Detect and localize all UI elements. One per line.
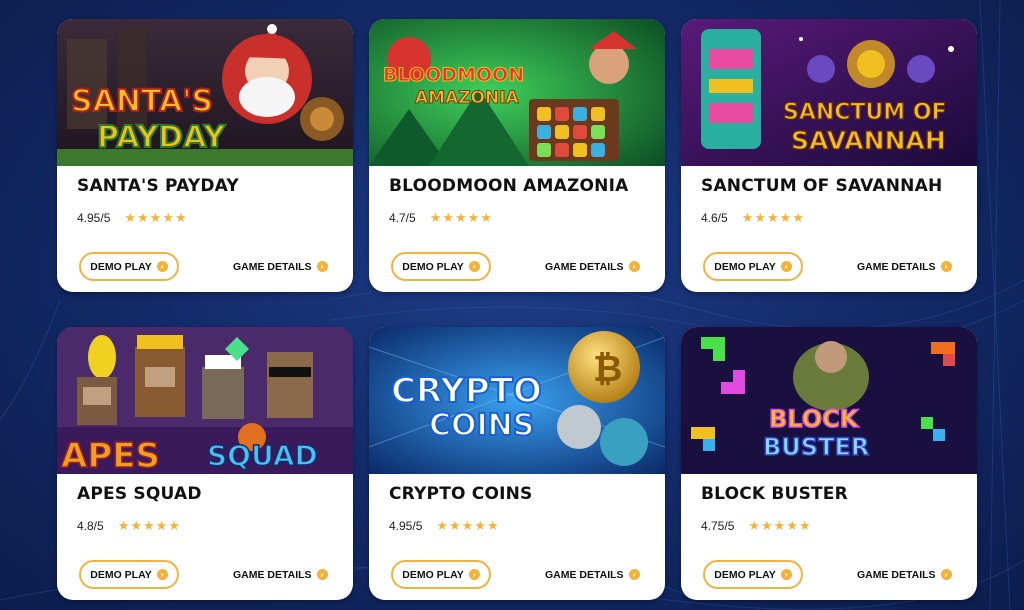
chevron-right-icon: › <box>468 569 480 580</box>
game-logo-text: CRYPTO <box>391 371 542 411</box>
game-title: CRYPTO COINS <box>389 484 533 504</box>
game-card: SANTA'S PAYDAY SANTA'S PAYDAY 4.95/5 ★★★… <box>57 19 353 292</box>
game-title: SANCTUM OF SAVANNAH <box>701 176 943 196</box>
game-card: ₿ CRYPTO COINS CRYPTO COINS 4.95/5 ★★★★★… <box>369 327 665 600</box>
star-rating-icon: ★★★★★ <box>741 210 805 225</box>
game-thumbnail[interactable]: APES SQUAD <box>57 327 353 474</box>
game-title: BLOODMOON AMAZONIA <box>389 176 629 196</box>
star-rating-icon: ★★★★★ <box>429 210 493 225</box>
chevron-right-icon: › <box>940 261 952 272</box>
demo-play-label: DEMO PLAY <box>90 568 152 581</box>
bitcoin-icon: ₿ <box>593 349 622 390</box>
star-rating-icon: ★★★★★ <box>124 210 188 225</box>
game-title: SANTA'S PAYDAY <box>77 176 239 196</box>
game-logo-text: SQUAD <box>207 439 318 472</box>
game-title: BLOCK BUSTER <box>701 484 848 504</box>
demo-play-button[interactable]: DEMO PLAY › <box>391 560 491 589</box>
game-card: BLOCK BUSTER BLOCK BUSTER 4.75/5 ★★★★★ D… <box>681 327 977 600</box>
game-card: SANCTUM OF SAVANNAH SANCTUM OF SAVANNAH … <box>681 19 977 292</box>
rating-row: 4.7/5 ★★★★★ <box>389 210 493 226</box>
apes-squad-artwork: APES SQUAD <box>57 327 353 474</box>
game-details-label: GAME DETAILS <box>233 260 312 273</box>
game-logo-text: APES <box>61 436 160 474</box>
star-rating-icon: ★★★★★ <box>117 518 181 533</box>
game-thumbnail[interactable]: SANCTUM OF SAVANNAH <box>681 19 977 166</box>
game-logo-text: SANTA'S <box>71 84 213 119</box>
rating-row: 4.75/5 ★★★★★ <box>701 518 812 534</box>
rating-value: 4.75/5 <box>701 519 735 533</box>
rating-value: 4.95/5 <box>77 211 111 225</box>
game-logo-text: SAVANNAH <box>791 126 946 155</box>
chevron-right-icon: › <box>316 569 328 580</box>
game-card: BLOODMOON AMAZONIA BLOODMOON AMAZONIA 4.… <box>369 19 665 292</box>
crypto-coins-artwork: ₿ CRYPTO COINS <box>369 327 665 474</box>
game-logo-text: SANCTUM OF <box>783 100 947 125</box>
game-logo-text: BLOODMOON <box>383 64 524 86</box>
chevron-right-icon: › <box>940 569 952 580</box>
game-title: APES SQUAD <box>77 484 202 504</box>
demo-play-button[interactable]: DEMO PLAY › <box>79 560 179 589</box>
star-rating-icon: ★★★★★ <box>436 518 500 533</box>
rating-value: 4.8/5 <box>77 519 104 533</box>
game-details-link[interactable]: GAME DETAILS › <box>857 252 952 281</box>
game-details-link[interactable]: GAME DETAILS › <box>233 560 328 589</box>
game-thumbnail[interactable]: SANTA'S PAYDAY <box>57 19 353 166</box>
chevron-right-icon: › <box>628 261 640 272</box>
rating-value: 4.6/5 <box>701 211 728 225</box>
game-thumbnail[interactable]: ₿ CRYPTO COINS <box>369 327 665 474</box>
game-thumbnail[interactable]: BLOODMOON AMAZONIA <box>369 19 665 166</box>
game-logo-text: AMAZONIA <box>415 88 520 108</box>
demo-play-button[interactable]: DEMO PLAY › <box>703 252 803 281</box>
chevron-right-icon: › <box>156 261 168 272</box>
game-details-label: GAME DETAILS <box>857 260 936 273</box>
demo-play-button[interactable]: DEMO PLAY › <box>391 252 491 281</box>
rating-value: 4.7/5 <box>389 211 416 225</box>
game-details-link[interactable]: GAME DETAILS › <box>233 252 328 281</box>
chevron-right-icon: › <box>780 261 792 272</box>
game-logo-text: BUSTER <box>763 433 869 461</box>
demo-play-button[interactable]: DEMO PLAY › <box>703 560 803 589</box>
game-details-label: GAME DETAILS <box>545 568 624 581</box>
game-card: APES SQUAD APES SQUAD 4.8/5 ★★★★★ DEMO P… <box>57 327 353 600</box>
rating-value: 4.95/5 <box>389 519 423 533</box>
santas-payday-artwork: SANTA'S PAYDAY <box>57 19 353 166</box>
game-logo-text: BLOCK <box>769 405 860 433</box>
bloodmoon-amazonia-artwork: BLOODMOON AMAZONIA <box>369 19 665 166</box>
game-details-label: GAME DETAILS <box>233 568 312 581</box>
demo-play-label: DEMO PLAY <box>90 260 152 273</box>
chevron-right-icon: › <box>156 569 168 580</box>
game-thumbnail[interactable]: BLOCK BUSTER <box>681 327 977 474</box>
demo-play-label: DEMO PLAY <box>402 260 464 273</box>
chevron-right-icon: › <box>316 261 328 272</box>
sanctum-of-savannah-artwork: SANCTUM OF SAVANNAH <box>681 19 977 166</box>
rating-row: 4.95/5 ★★★★★ <box>77 210 188 226</box>
game-logo-text: COINS <box>429 408 534 443</box>
chevron-right-icon: › <box>628 569 640 580</box>
game-details-label: GAME DETAILS <box>857 568 936 581</box>
game-details-link[interactable]: GAME DETAILS › <box>545 560 640 589</box>
star-rating-icon: ★★★★★ <box>748 518 812 533</box>
rating-row: 4.95/5 ★★★★★ <box>389 518 500 534</box>
game-details-label: GAME DETAILS <box>545 260 624 273</box>
block-buster-artwork: BLOCK BUSTER <box>681 327 977 474</box>
rating-row: 4.6/5 ★★★★★ <box>701 210 805 226</box>
game-details-link[interactable]: GAME DETAILS › <box>545 252 640 281</box>
chevron-right-icon: › <box>468 261 480 272</box>
demo-play-label: DEMO PLAY <box>714 260 776 273</box>
demo-play-label: DEMO PLAY <box>714 568 776 581</box>
chevron-right-icon: › <box>780 569 792 580</box>
game-details-link[interactable]: GAME DETAILS › <box>857 560 952 589</box>
rating-row: 4.8/5 ★★★★★ <box>77 518 181 534</box>
demo-play-button[interactable]: DEMO PLAY › <box>79 252 179 281</box>
game-logo-text: PAYDAY <box>97 120 227 155</box>
demo-play-label: DEMO PLAY <box>402 568 464 581</box>
game-grid: SANTA'S PAYDAY SANTA'S PAYDAY 4.95/5 ★★★… <box>57 19 977 600</box>
